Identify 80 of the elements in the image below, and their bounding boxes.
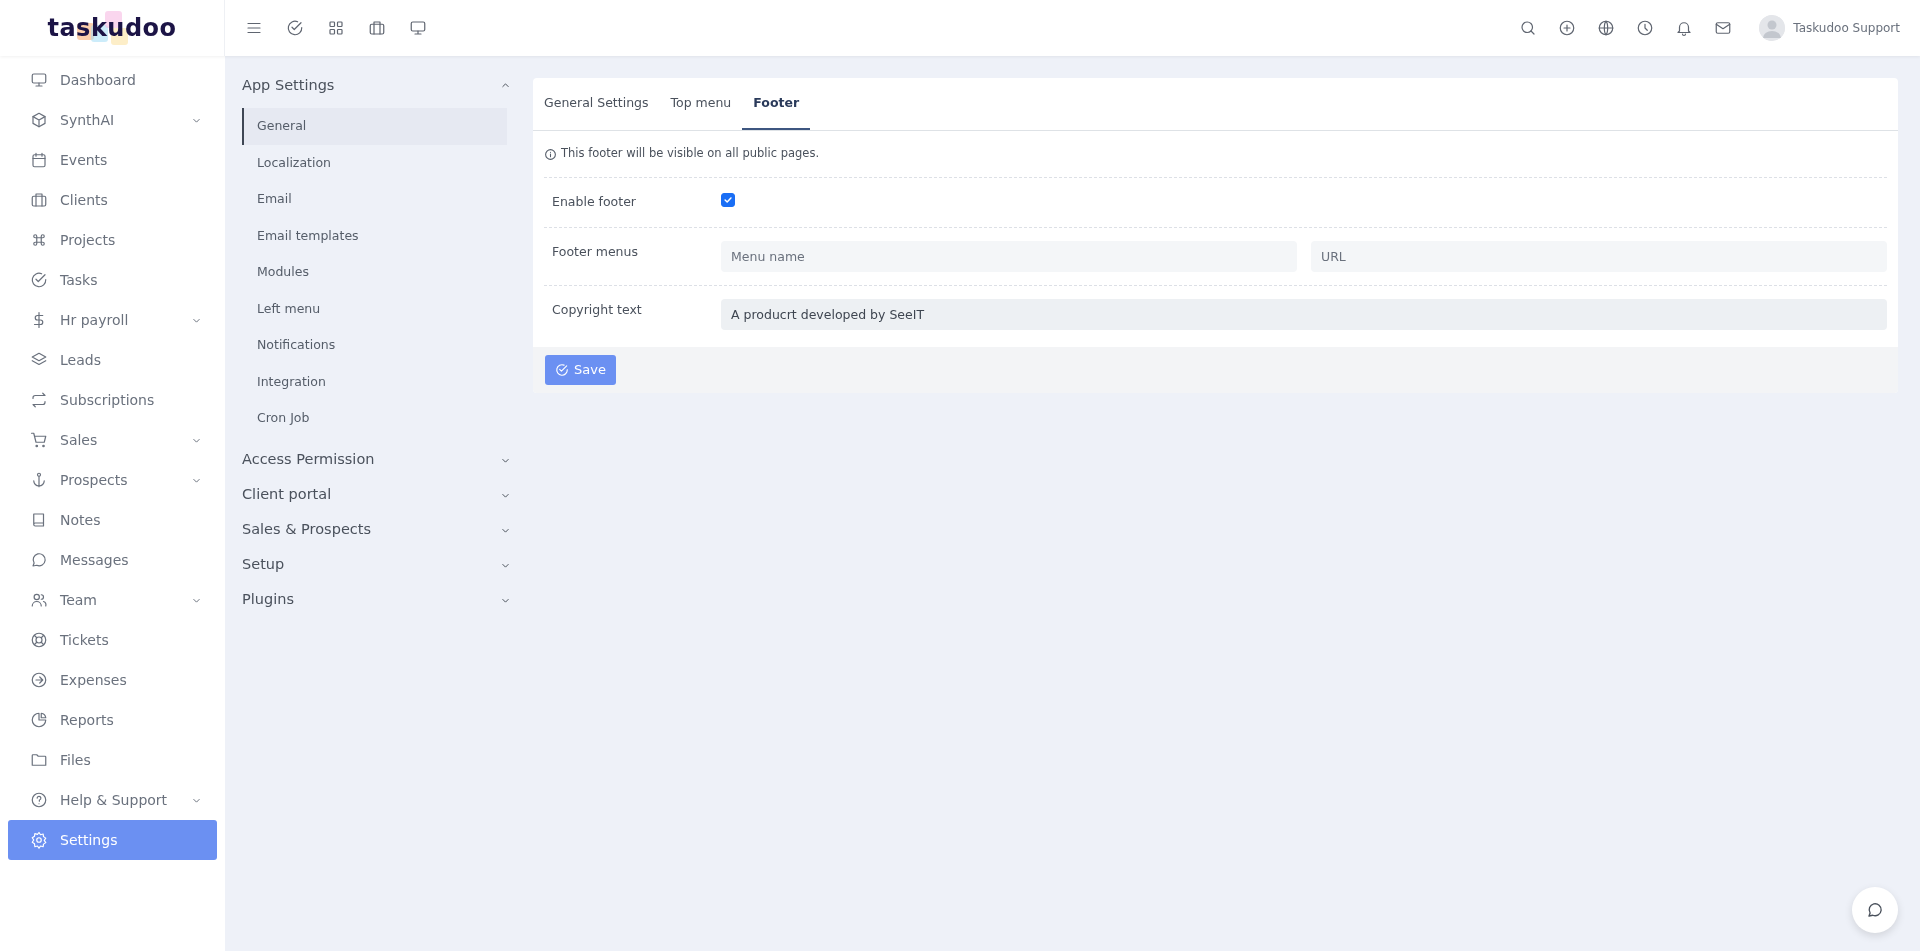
sidebar-item[interactable]: Reports bbox=[8, 700, 217, 740]
settings-menu-item[interactable]: Email bbox=[242, 181, 507, 218]
lifebuoy-icon bbox=[30, 631, 48, 649]
settings-section[interactable]: Access Permission bbox=[242, 442, 525, 478]
sidebar-item[interactable]: Tasks bbox=[8, 260, 217, 300]
checkmark-icon bbox=[723, 195, 733, 205]
field-label: Copyright text bbox=[551, 301, 643, 319]
tab[interactable]: Top menu bbox=[659, 78, 743, 130]
settings-section[interactable]: Plugins bbox=[242, 582, 525, 618]
field-label: Enable footer bbox=[551, 193, 637, 211]
mail-icon[interactable] bbox=[1714, 19, 1733, 37]
grid-icon[interactable] bbox=[327, 19, 345, 37]
sidebar-item[interactable]: Prospects bbox=[8, 460, 217, 500]
calendar-icon bbox=[30, 151, 48, 169]
settings-section[interactable]: Setup bbox=[242, 547, 525, 583]
sidebar-item[interactable]: Tickets bbox=[8, 620, 217, 660]
help-icon bbox=[30, 791, 48, 809]
sidebar-item[interactable]: Settings bbox=[8, 820, 217, 860]
cart-icon bbox=[30, 431, 48, 449]
settings-section[interactable]: App Settings bbox=[242, 68, 525, 103]
check-circle-icon[interactable] bbox=[286, 19, 304, 37]
check-circle-icon bbox=[555, 363, 569, 377]
settings-menu-item[interactable]: Localization bbox=[242, 144, 507, 181]
sidebar-item[interactable]: Leads bbox=[8, 340, 217, 380]
settings-menu-item[interactable]: Left menu bbox=[242, 290, 507, 327]
input-field[interactable]: A producrt developed by SeeIT bbox=[721, 299, 1887, 330]
monitor-icon[interactable] bbox=[409, 19, 427, 37]
sidebar-item[interactable]: SynthAI bbox=[8, 100, 217, 140]
sidebar-item[interactable]: Help & Support bbox=[8, 780, 217, 820]
tab[interactable]: General Settings bbox=[533, 78, 660, 130]
sidebar-item[interactable]: Subscriptions bbox=[8, 380, 217, 420]
command-icon bbox=[30, 231, 48, 249]
folder-icon bbox=[30, 751, 48, 769]
info-notice: This footer will be visible on all public pages. bbox=[561, 145, 820, 163]
settings-menu-item[interactable]: Modules bbox=[242, 254, 507, 291]
bell-icon[interactable] bbox=[1675, 19, 1694, 37]
users-icon bbox=[30, 591, 48, 609]
monitor-icon bbox=[30, 71, 48, 89]
field-label: Footer menus bbox=[551, 243, 639, 261]
settings-icon bbox=[30, 831, 48, 849]
input-field[interactable]: Menu name bbox=[721, 241, 1297, 272]
check-circle-icon bbox=[30, 271, 48, 289]
sidebar-item[interactable]: Team bbox=[8, 580, 217, 620]
sidebar-item[interactable]: Projects bbox=[8, 220, 217, 260]
chat-bubble-icon bbox=[30, 551, 48, 569]
briefcase-icon bbox=[30, 191, 48, 209]
checkbox[interactable] bbox=[721, 193, 735, 207]
plus-circle-icon[interactable] bbox=[1558, 19, 1577, 37]
settings-menu-item[interactable]: Integration bbox=[242, 363, 507, 400]
sidebar-item[interactable]: Files bbox=[8, 740, 217, 780]
pie-chart-icon bbox=[30, 711, 48, 729]
tab[interactable]: Footer bbox=[742, 78, 811, 130]
sidebar-item[interactable]: Expenses bbox=[8, 660, 217, 700]
arrow-circle-icon bbox=[30, 671, 48, 689]
user-name[interactable]: Taskudoo Support bbox=[1793, 19, 1900, 37]
save-button[interactable]: Save bbox=[545, 355, 616, 385]
logo[interactable]: taskudoo bbox=[47, 9, 177, 47]
chat-bubble-icon bbox=[1866, 901, 1884, 919]
anchor-icon bbox=[30, 471, 48, 489]
chat-button[interactable] bbox=[1852, 887, 1898, 933]
info-icon bbox=[544, 147, 557, 161]
settings-menu-item[interactable]: Cron Job bbox=[242, 400, 507, 437]
sidebar-item[interactable]: Clients bbox=[8, 180, 217, 220]
globe-icon[interactable] bbox=[1597, 19, 1616, 37]
briefcase-icon[interactable] bbox=[368, 19, 386, 37]
settings-menu-item[interactable]: General bbox=[242, 108, 507, 145]
settings-section[interactable]: Sales & Prospects bbox=[242, 512, 525, 548]
input-field[interactable]: URL bbox=[1311, 241, 1887, 272]
cube-icon bbox=[30, 111, 48, 129]
repeat-icon bbox=[30, 391, 48, 409]
sidebar-item[interactable]: Notes bbox=[8, 500, 217, 540]
settings-menu-item[interactable]: Email templates bbox=[242, 217, 507, 254]
settings-section[interactable]: Client portal bbox=[242, 477, 525, 513]
sidebar-item[interactable]: Messages bbox=[8, 540, 217, 580]
sidebar-item[interactable]: Sales bbox=[8, 420, 217, 460]
settings-menu-item[interactable]: Notifications bbox=[242, 327, 507, 364]
clock-icon[interactable] bbox=[1636, 19, 1655, 37]
sidebar-item[interactable]: Events bbox=[8, 140, 217, 180]
sidebar-item[interactable]: Dashboard bbox=[8, 60, 217, 100]
sidebar-item[interactable]: Hr payroll bbox=[8, 300, 217, 340]
